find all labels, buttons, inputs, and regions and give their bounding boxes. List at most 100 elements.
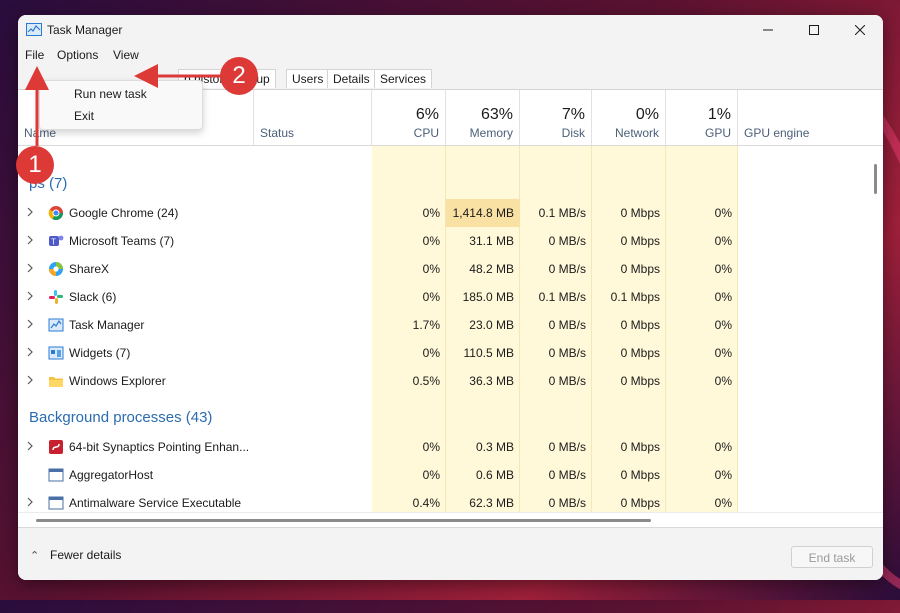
expand-chevron-icon[interactable]: [26, 263, 34, 276]
cell-memory: 36.3 MB: [469, 374, 514, 388]
process-row[interactable]: Task Manager 1.7% 23.0 MB 0 MB/s 0 Mbps 0%: [18, 311, 868, 339]
group-title-background[interactable]: Background processes (43): [29, 409, 212, 426]
task-manager-app-icon: [26, 23, 42, 36]
service-icon: [48, 496, 64, 510]
process-name: 64-bit Synaptics Pointing Enhan...: [69, 440, 250, 454]
cell-cpu: 0%: [422, 234, 440, 248]
expand-chevron-icon[interactable]: [26, 319, 34, 332]
menu-options[interactable]: Options: [54, 47, 101, 63]
maximize-button[interactable]: [791, 15, 837, 45]
header-status-label: Status: [260, 126, 295, 140]
cell-memory: 0.3 MB: [475, 440, 514, 454]
task-manager-icon: [48, 318, 64, 332]
vertical-scroll-thumb[interactable]: [874, 164, 877, 194]
header-gpu-label: GPU: [704, 126, 731, 140]
process-row[interactable]: Windows Explorer 0.5% 36.3 MB 0 MB/s 0 Mbps 0…: [18, 367, 868, 395]
cell-network: 0 Mbps: [620, 318, 660, 332]
expand-chevron-icon[interactable]: [26, 441, 34, 454]
cpu-total-pct: 6%: [415, 106, 439, 123]
menu-exit[interactable]: Exit: [74, 109, 94, 123]
menu-file[interactable]: File: [22, 47, 47, 63]
chrome-icon: [48, 206, 63, 220]
network-total-pct: 0%: [635, 106, 659, 123]
expand-chevron-icon[interactable]: [26, 207, 34, 220]
minimize-button[interactable]: [745, 15, 791, 45]
expand-chevron-icon[interactable]: [26, 291, 34, 304]
close-icon: [855, 25, 865, 35]
end-task-button[interactable]: End task: [791, 546, 873, 568]
expand-chevron-icon[interactable]: [26, 235, 34, 248]
horizontal-scroll-thumb[interactable]: [36, 519, 651, 522]
cell-disk: 0 MB/s: [548, 262, 586, 276]
header-cpu[interactable]: 6% CPU: [372, 90, 446, 145]
cell-memory: 31.1 MB: [469, 234, 514, 248]
header-disk[interactable]: 7% Disk: [520, 90, 592, 145]
process-row[interactable]: T Microsoft Teams (7) 0% 31.1 MB 0 MB/s 0 Mbp…: [18, 227, 868, 255]
process-row[interactable]: ShareX 0% 48.2 MB 0 MB/s 0 Mbps 0%: [18, 255, 868, 283]
process-name: Slack (6): [69, 290, 117, 304]
process-row[interactable]: Slack (6) 0% 185.0 MB 0.1 MB/s 0.1 Mbps 0%: [18, 283, 868, 311]
title-bar: Task Manager: [18, 15, 883, 45]
close-button[interactable]: [837, 15, 883, 45]
header-cpu-label: CPU: [413, 126, 439, 140]
disk-total-pct: 7%: [561, 106, 585, 123]
cell-memory: 62.3 MB: [469, 496, 514, 510]
expand-chevron-icon[interactable]: [26, 347, 34, 360]
cell-disk: 0 MB/s: [548, 440, 586, 454]
menu-view[interactable]: View: [110, 47, 142, 63]
process-name: AggregatorHost: [69, 468, 154, 482]
menu-run-new-task[interactable]: Run new task: [74, 87, 147, 101]
cell-cpu: 0.4%: [412, 496, 440, 510]
horizontal-scrollbar[interactable]: [18, 512, 883, 527]
cell-gpu: 0%: [714, 290, 732, 304]
cell-network: 0 Mbps: [620, 440, 660, 454]
cell-network: 0 Mbps: [620, 374, 660, 388]
cell-cpu: 0%: [422, 206, 440, 220]
cell-network: 0.1 Mbps: [610, 290, 660, 304]
folder-icon: [49, 377, 63, 387]
vertical-scrollbar[interactable]: [868, 146, 883, 512]
cell-cpu: 0%: [422, 440, 440, 454]
fewer-details-button[interactable]: ⌃ Fewer details: [30, 548, 121, 562]
process-row[interactable]: Widgets (7) 0% 110.5 MB 0 MB/s 0 Mbps 0%: [18, 339, 868, 367]
window-title: Task Manager: [47, 23, 123, 37]
process-row[interactable]: Google Chrome (24) 0% 1,414.8 MB 0.1 MB/s 0 …: [18, 199, 868, 227]
header-memory[interactable]: 63% Memory: [446, 90, 520, 145]
process-row[interactable]: AggregatorHost 0% 0.6 MB 0 MB/s 0 Mbps 0%: [18, 461, 868, 489]
slack-icon: [49, 290, 63, 304]
expand-chevron-icon[interactable]: [26, 497, 34, 510]
cell-memory: 185.0 MB: [462, 290, 514, 304]
teams-icon: T: [49, 235, 64, 247]
tab-details[interactable]: Details: [327, 69, 376, 88]
header-status[interactable]: Status: [254, 90, 372, 145]
process-row[interactable]: Antimalware Service Executable 0.4% 62.3 M…: [18, 489, 868, 512]
header-memory-label: Memory: [469, 126, 513, 140]
expand-chevron-icon[interactable]: [26, 375, 34, 388]
process-name: Widgets (7): [69, 346, 131, 360]
cell-memory: 1,414.8 MB: [446, 199, 520, 227]
gpu-total-pct: 1%: [707, 106, 731, 123]
header-disk-label: Disk: [561, 126, 585, 140]
cell-network: 0 Mbps: [620, 346, 660, 360]
footer-bar: ⌃ Fewer details End task: [18, 527, 883, 580]
tab-services[interactable]: Services: [374, 69, 433, 88]
cell-network: 0 Mbps: [620, 234, 660, 248]
tab-users[interactable]: Users: [286, 69, 330, 88]
synaptics-icon: [49, 440, 63, 454]
cell-cpu: 1.7%: [412, 318, 440, 332]
cell-gpu: 0%: [714, 346, 732, 360]
process-table: ps (7) Google Chrome (24) 0% 1,414.8 MB 0.1…: [18, 146, 883, 512]
cell-cpu: 0%: [422, 262, 440, 276]
cell-cpu: 0.5%: [412, 374, 440, 388]
process-name: Antimalware Service Executable: [69, 496, 242, 510]
header-network[interactable]: 0% Network: [592, 90, 666, 145]
process-name: Microsoft Teams (7): [69, 234, 175, 248]
process-name: ShareX: [69, 262, 110, 276]
cell-memory: 110.5 MB: [463, 346, 514, 360]
menu-bar: File Options View: [18, 45, 883, 65]
header-gpu-engine[interactable]: GPU engine: [738, 90, 868, 145]
cell-gpu: 0%: [714, 468, 732, 482]
cell-memory: 48.2 MB: [469, 262, 514, 276]
process-row[interactable]: 64-bit Synaptics Pointing Enhan... 0% 0.3 …: [18, 433, 868, 461]
header-gpu[interactable]: 1% GPU: [666, 90, 738, 145]
